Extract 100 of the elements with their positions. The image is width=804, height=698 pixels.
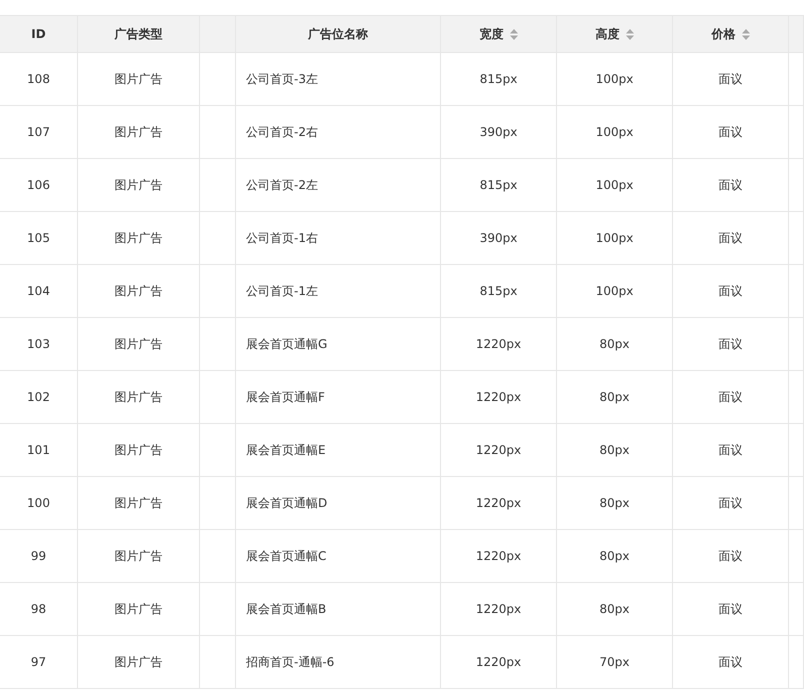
table-cell: 101 [0, 424, 78, 477]
table-cell [789, 265, 804, 318]
table-cell: 招商首页-通幅-6 [236, 636, 441, 689]
table-cell: 面议 [673, 583, 789, 636]
column-header[interactable]: 宽度 [441, 16, 557, 53]
table-cell: 80px [557, 318, 673, 371]
column-header: 广告位名称 [236, 16, 441, 53]
table-cell [789, 530, 804, 583]
table-cell [200, 424, 236, 477]
table-cell: 面议 [673, 636, 789, 689]
table-cell: 106 [0, 159, 78, 212]
table-cell: 815px [441, 53, 557, 106]
table-cell [200, 477, 236, 530]
table-cell: 100px [557, 212, 673, 265]
table-cell [789, 53, 804, 106]
table-cell: 104 [0, 265, 78, 318]
table-cell: 图片广告 [78, 636, 200, 689]
table-cell: 108 [0, 53, 78, 106]
table-cell: 图片广告 [78, 106, 200, 159]
table-cell: 102 [0, 371, 78, 424]
table-cell: 面议 [673, 265, 789, 318]
table-cell: 1220px [441, 583, 557, 636]
table-cell: 展会首页通幅F [236, 371, 441, 424]
table-cell: 公司首页-1左 [236, 265, 441, 318]
table-cell [200, 530, 236, 583]
table-cell [200, 583, 236, 636]
table-cell [789, 159, 804, 212]
table-cell: 图片广告 [78, 424, 200, 477]
table-cell: 99 [0, 530, 78, 583]
table-cell: 100 [0, 477, 78, 530]
table-cell: 97 [0, 636, 78, 689]
table-cell [200, 53, 236, 106]
table-cell: 80px [557, 530, 673, 583]
table-cell: 100px [557, 53, 673, 106]
table-cell: 1220px [441, 424, 557, 477]
table-cell [789, 477, 804, 530]
table-cell [200, 159, 236, 212]
table-cell: 图片广告 [78, 477, 200, 530]
table-cell: 80px [557, 583, 673, 636]
table-cell: 1220px [441, 371, 557, 424]
table-cell [789, 106, 804, 159]
table-cell [789, 424, 804, 477]
table-cell: 面议 [673, 212, 789, 265]
table-cell: 98 [0, 583, 78, 636]
table-cell [200, 371, 236, 424]
table-cell: 105 [0, 212, 78, 265]
table-cell: 公司首页-1右 [236, 212, 441, 265]
table-cell: 100px [557, 106, 673, 159]
table-cell [789, 636, 804, 689]
table-cell: 80px [557, 477, 673, 530]
table-cell: 390px [441, 106, 557, 159]
table-cell [200, 636, 236, 689]
table-cell: 100px [557, 265, 673, 318]
table-cell: 70px [557, 636, 673, 689]
sort-icon[interactable] [742, 28, 750, 40]
table-cell: 103 [0, 318, 78, 371]
table-cell: 面议 [673, 371, 789, 424]
table-cell: 390px [441, 212, 557, 265]
table-cell: 1220px [441, 636, 557, 689]
table-cell: 公司首页-2右 [236, 106, 441, 159]
table-cell [200, 318, 236, 371]
table-cell: 图片广告 [78, 583, 200, 636]
sort-icon[interactable] [510, 28, 518, 40]
sort-icon[interactable] [626, 28, 634, 40]
table-cell [789, 583, 804, 636]
table-cell: 展会首页通幅G [236, 318, 441, 371]
table-cell: 100px [557, 159, 673, 212]
column-header[interactable]: 价格 [673, 16, 789, 53]
table-cell [200, 106, 236, 159]
table-cell: 图片广告 [78, 159, 200, 212]
table-cell: 图片广告 [78, 212, 200, 265]
table-cell: 展会首页通幅B [236, 583, 441, 636]
table-cell: 图片广告 [78, 318, 200, 371]
table-cell: 面议 [673, 106, 789, 159]
table-cell [789, 212, 804, 265]
table-cell: 面议 [673, 424, 789, 477]
table-cell: 展会首页通幅E [236, 424, 441, 477]
table-cell: 面议 [673, 318, 789, 371]
table-cell: 展会首页通幅C [236, 530, 441, 583]
column-header: ID [0, 16, 78, 53]
table-cell: 面议 [673, 159, 789, 212]
column-header: 广告类型 [78, 16, 200, 53]
table-cell [789, 371, 804, 424]
table-cell: 107 [0, 106, 78, 159]
table-cell: 图片广告 [78, 530, 200, 583]
table-cell: 80px [557, 371, 673, 424]
table-cell: 图片广告 [78, 53, 200, 106]
table-cell: 图片广告 [78, 371, 200, 424]
table-cell: 815px [441, 159, 557, 212]
table-cell: 1220px [441, 477, 557, 530]
table-cell: 1220px [441, 318, 557, 371]
table-cell: 展会首页通幅D [236, 477, 441, 530]
table-cell: 面议 [673, 477, 789, 530]
table-cell: 面议 [673, 53, 789, 106]
table-cell [200, 265, 236, 318]
table-cell: 图片广告 [78, 265, 200, 318]
table-cell [789, 318, 804, 371]
column-header[interactable]: 高度 [557, 16, 673, 53]
table-cell: 公司首页-3左 [236, 53, 441, 106]
table-cell: 面议 [673, 530, 789, 583]
